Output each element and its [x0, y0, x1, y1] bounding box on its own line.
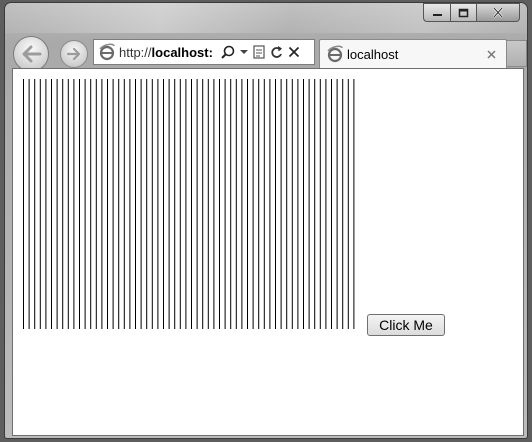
- close-icon: [486, 49, 496, 59]
- ie-page-icon: [99, 43, 115, 61]
- address-bar[interactable]: http://localhost:: [93, 39, 315, 65]
- back-arrow-icon: [22, 45, 42, 63]
- compatibility-view-button[interactable]: [253, 45, 265, 59]
- caption-buttons: [423, 3, 520, 22]
- vertical-lines-canvas: [23, 79, 355, 329]
- url-scheme: http://: [119, 44, 152, 60]
- refresh-button[interactable]: [270, 45, 283, 59]
- search-button[interactable]: [221, 45, 235, 59]
- refresh-icon: [271, 46, 282, 58]
- address-input[interactable]: http://localhost:: [119, 45, 217, 60]
- address-tools: [221, 45, 300, 59]
- click-me-button[interactable]: Click Me: [367, 314, 445, 336]
- browser-window: http://localhost: localhost Click Me: [4, 2, 528, 439]
- minimize-button[interactable]: [423, 3, 450, 22]
- close-icon: [493, 7, 503, 18]
- page-viewport: Click Me: [12, 68, 524, 436]
- search-icon: [221, 45, 235, 59]
- tab-title: localhost: [347, 46, 399, 62]
- tab-close-button[interactable]: [484, 49, 498, 59]
- forward-button[interactable]: [60, 40, 88, 68]
- maximize-icon: [458, 8, 469, 17]
- dropdown-arrow-icon: [240, 50, 248, 54]
- stop-icon: [288, 46, 300, 58]
- new-tab-button[interactable]: [507, 40, 527, 67]
- maximize-button[interactable]: [450, 3, 476, 22]
- minimize-icon: [432, 13, 442, 16]
- close-window-button[interactable]: [476, 3, 520, 22]
- compatibility-view-icon: [253, 45, 265, 59]
- back-button[interactable]: [13, 36, 49, 72]
- url-host: localhost:: [151, 44, 213, 60]
- address-dropdown-button[interactable]: [240, 49, 248, 55]
- stop-button[interactable]: [288, 46, 300, 58]
- forward-arrow-icon: [66, 47, 81, 61]
- tab-localhost[interactable]: localhost: [319, 39, 507, 68]
- ie-page-icon: [327, 45, 343, 63]
